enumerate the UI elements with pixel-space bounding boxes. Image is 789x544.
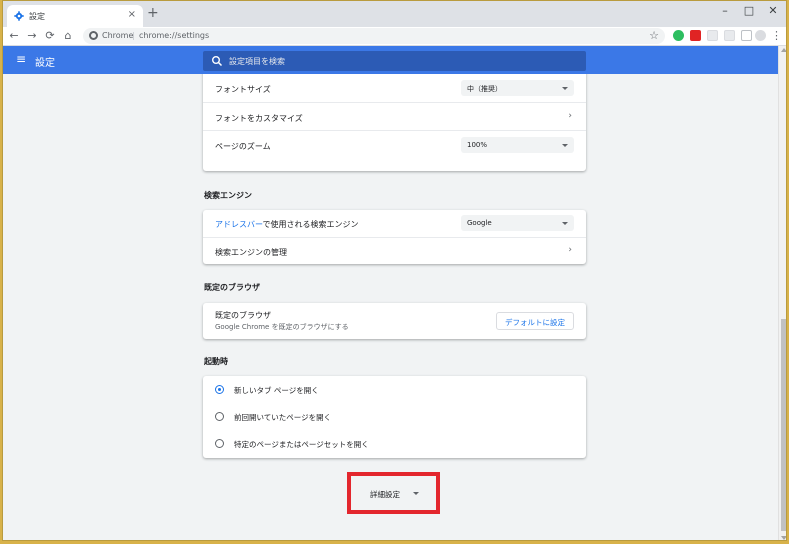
dropdown-caret-icon xyxy=(562,144,568,147)
startup-option-row[interactable]: 特定のページまたはページセットを開く xyxy=(203,430,586,457)
settings-search-input[interactable]: 設定項目を検索 xyxy=(203,51,586,71)
search-engine-section-title: 検索エンジン xyxy=(204,191,252,200)
tab-strip: 設定 × + – □ ✕ xyxy=(3,1,786,27)
hamburger-menu-icon[interactable]: ≡ xyxy=(16,53,26,65)
radio-button-selected[interactable] xyxy=(215,385,224,394)
address-bar-link[interactable]: アドレスバー xyxy=(215,220,263,229)
default-browser-section-title: 既定のブラウザ xyxy=(204,283,260,292)
startup-option-label: 特定のページまたはページセットを開く xyxy=(234,440,369,449)
startup-option-row[interactable]: 新しいタブ ページを開く xyxy=(203,376,586,403)
make-default-button-label: デフォルトに設定 xyxy=(505,318,565,327)
default-browser-row-title: 既定のブラウザ xyxy=(215,311,271,320)
chevron-right-icon: › xyxy=(568,111,572,121)
search-engine-card: アドレスバーで使用される検索エンジン Google 検索エンジンの管理 › xyxy=(203,210,586,264)
tab-title: 設定 xyxy=(29,12,45,21)
scrollbar-thumb[interactable] xyxy=(781,319,786,531)
appearance-card: フォントサイズ 中（推奨） フォントをカスタマイズ › ページのズーム 100% xyxy=(203,74,586,171)
settings-content: フォントサイズ 中（推奨） フォントをカスタマイズ › ページのズーム 100%… xyxy=(3,74,778,540)
maximize-button[interactable]: □ xyxy=(742,4,756,17)
scroll-up-arrow-icon[interactable] xyxy=(781,48,786,52)
dropdown-caret-icon xyxy=(562,222,568,225)
minimize-button[interactable]: – xyxy=(718,4,732,17)
address-bar-engine-label: アドレスバーで使用される検索エンジン xyxy=(215,219,359,230)
flag-extension-icon[interactable] xyxy=(690,30,701,41)
font-size-row: フォントサイズ 中（推奨） xyxy=(203,74,586,102)
page-zoom-value: 100% xyxy=(467,141,488,149)
customize-fonts-row[interactable]: フォントをカスタマイズ › xyxy=(203,102,586,130)
default-browser-card: 既定のブラウザ Google Chrome を既定のブラウザにする デフォルトに… xyxy=(203,303,586,339)
chrome-menu-button[interactable]: ⋮ xyxy=(771,29,782,43)
chevron-down-icon xyxy=(413,492,419,495)
settings-header: ≡ 設定 設定項目を検索 xyxy=(3,46,778,74)
extension-icon-2[interactable] xyxy=(724,30,735,41)
startup-option-label: 前回開いていたページを開く xyxy=(234,413,332,422)
cursor-extension-icon[interactable] xyxy=(741,30,752,41)
tab-settings[interactable]: 設定 × xyxy=(7,5,143,27)
new-tab-button[interactable]: + xyxy=(147,6,159,20)
on-startup-section-title: 起動時 xyxy=(204,357,228,366)
window-close-button[interactable]: ✕ xyxy=(766,4,780,17)
search-engine-value: Google xyxy=(467,219,492,227)
make-default-button[interactable]: デフォルトに設定 xyxy=(496,312,574,330)
radio-button[interactable] xyxy=(215,412,224,421)
manage-search-engines-label: 検索エンジンの管理 xyxy=(215,248,287,257)
chevron-right-icon: › xyxy=(568,245,572,255)
bookmark-star-icon[interactable]: ☆ xyxy=(649,29,659,42)
page-zoom-select[interactable]: 100% xyxy=(461,137,574,153)
font-size-value: 中（推奨） xyxy=(467,85,502,93)
search-icon xyxy=(212,56,223,67)
home-button[interactable]: ⌂ xyxy=(61,29,75,43)
site-label: Chrome xyxy=(102,31,134,40)
font-size-select[interactable]: 中（推奨） xyxy=(461,80,574,96)
profile-avatar[interactable] xyxy=(755,30,766,41)
reload-button[interactable]: ⟳ xyxy=(43,29,57,43)
advanced-settings-label: 詳細設定 xyxy=(370,490,400,499)
startup-option-row[interactable]: 前回開いていたページを開く xyxy=(203,403,586,430)
address-bar-engine-row: アドレスバーで使用される検索エンジン Google xyxy=(203,210,586,237)
url-text[interactable]: chrome://settings xyxy=(139,31,209,40)
font-size-label: フォントサイズ xyxy=(215,85,271,94)
browser-window: 設定 × + – □ ✕ ← → ⟳ ⌂ Chrome | chrome://s… xyxy=(2,0,787,541)
page-scrollbar[interactable] xyxy=(778,46,786,540)
tab-close-icon[interactable]: × xyxy=(128,9,136,20)
page-zoom-row: ページのズーム 100% xyxy=(203,130,586,158)
evernote-icon[interactable] xyxy=(673,30,684,41)
page-zoom-label: ページのズーム xyxy=(215,142,271,151)
forward-button[interactable]: → xyxy=(25,29,39,43)
page-title: 設定 xyxy=(35,58,55,69)
search-placeholder: 設定項目を検索 xyxy=(229,57,285,66)
search-engine-select[interactable]: Google xyxy=(461,215,574,231)
advanced-settings-button[interactable]: 詳細設定 xyxy=(347,472,440,514)
address-bar-engine-text: で使用される検索エンジン xyxy=(262,220,359,229)
url-separator: | xyxy=(132,31,135,40)
radio-button[interactable] xyxy=(215,439,224,448)
startup-option-label: 新しいタブ ページを開く xyxy=(234,386,319,395)
extension-icon[interactable] xyxy=(707,30,718,41)
on-startup-card: 新しいタブ ページを開く 前回開いていたページを開く 特定のページまたはページセ… xyxy=(203,376,586,458)
manage-search-engines-row[interactable]: 検索エンジンの管理 › xyxy=(203,237,586,264)
gear-icon xyxy=(14,11,24,21)
default-browser-row-subtitle: Google Chrome を既定のブラウザにする xyxy=(215,323,349,331)
back-button[interactable]: ← xyxy=(7,29,21,43)
address-bar[interactable]: Chrome | chrome://settings ☆ xyxy=(83,28,665,44)
customize-fonts-label: フォントをカスタマイズ xyxy=(215,114,303,123)
browser-toolbar: ← → ⟳ ⌂ Chrome | chrome://settings ☆ ⋮ xyxy=(3,27,786,46)
chrome-icon xyxy=(89,31,98,40)
dropdown-caret-icon xyxy=(562,87,568,90)
scroll-down-arrow-icon[interactable] xyxy=(781,536,786,540)
